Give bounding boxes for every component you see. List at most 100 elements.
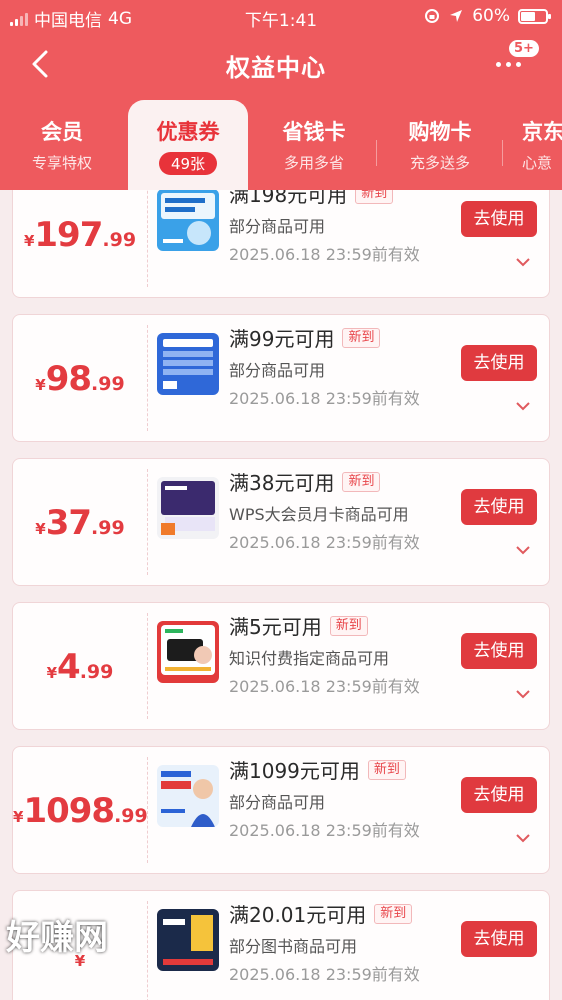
tab-label: 优惠券: [156, 120, 220, 144]
currency-symbol: ¥: [23, 232, 35, 250]
coupon-divider: [147, 190, 148, 287]
coupon-card[interactable]: ¥37.99 满38元可用 新到 WPS大会员月卡商品可用 2025.06.18 …: [12, 458, 550, 586]
coupon-threshold: 满1099元可用 新到: [229, 755, 406, 784]
battery-percent: 60%: [472, 6, 510, 26]
coupon-amount-area: ¥4.99: [13, 603, 147, 729]
coupon-expiry: 2025.06.18 23:59前有效: [229, 245, 420, 264]
product-thumbnail: [157, 190, 219, 251]
amount-decimal: .99: [79, 661, 114, 683]
use-coupon-button[interactable]: 去使用: [461, 777, 537, 813]
chevron-down-icon[interactable]: [515, 545, 531, 555]
product-thumbnail: [157, 477, 219, 539]
rotation-lock-icon: [425, 9, 440, 23]
tab-jd[interactable]: 京东 心意: [506, 100, 562, 190]
tab-count-badge: 49张: [158, 152, 218, 175]
chevron-down-icon[interactable]: [515, 689, 531, 699]
currency-symbol: ¥: [35, 520, 46, 538]
coupon-expiry: 2025.06.18 23:59前有效: [229, 821, 420, 840]
coupon-title: 满38元可用: [229, 471, 335, 495]
coupon-threshold: 满198元可用 新到: [229, 190, 394, 208]
coupon-divider: [147, 901, 148, 1000]
tab-sublabel: 充多送多: [409, 154, 470, 172]
coupon-scope: 部分商品可用: [229, 361, 326, 380]
use-coupon-button[interactable]: 去使用: [461, 921, 537, 957]
amount-decimal: .99: [91, 373, 125, 395]
coupon-amount-area: ¥197.99: [13, 190, 147, 297]
coupon-threshold: 满5元可用 新到: [229, 611, 368, 640]
amount-integer: 1098: [23, 791, 115, 831]
tab-sublabel: 多用多省: [283, 154, 344, 172]
coupon-card[interactable]: ¥4.99 满5元可用 新到 知识付费指定商品可用 2025.06.18 23:5…: [12, 602, 550, 730]
location-icon: [450, 10, 463, 22]
currency-symbol: ¥: [13, 808, 24, 826]
tab-coupons[interactable]: 优惠券 49张: [128, 100, 248, 190]
chevron-down-icon[interactable]: [515, 401, 531, 411]
tab-sublabel: 心意: [522, 154, 553, 172]
use-coupon-button[interactable]: 去使用: [461, 345, 537, 381]
coupon-title: 满1099元可用: [229, 759, 360, 783]
amount-integer: 197: [34, 215, 103, 255]
new-tag: 新到: [367, 759, 406, 780]
coupon-expiry: 2025.06.18 23:59前有效: [229, 677, 420, 696]
coupon-card[interactable]: ¥197.99 满198元可用 新到 部分商品可用 2025.06.18 23:5…: [12, 190, 550, 298]
coupon-threshold: 满20.01元可用 新到: [229, 899, 413, 928]
coupon-threshold: 满99元可用 新到: [229, 323, 381, 352]
amount-integer: 37: [45, 503, 92, 543]
coupon-amount: ¥37.99: [13, 503, 147, 543]
status-bar: 中国电信 4G 下午1:41 60%: [0, 0, 562, 32]
tab-saving-card[interactable]: 省钱卡 多用多省: [254, 100, 374, 190]
battery-fill: [521, 11, 536, 21]
tab-shopping-card[interactable]: 购物卡 充多送多: [380, 100, 500, 190]
tab-divider: [502, 140, 503, 166]
site-watermark: 好赚网: [6, 918, 108, 958]
use-coupon-button[interactable]: 去使用: [461, 489, 537, 525]
navbar: 权益中心 5+: [0, 36, 562, 92]
product-thumbnail: [157, 909, 219, 971]
coupon-scope: 部分商品可用: [229, 793, 326, 812]
use-coupon-button[interactable]: 去使用: [461, 633, 537, 669]
tab-bar: 会员 专享特权 优惠券 49张 省钱卡 多用多省 购物卡 充多送多 京东 心意: [0, 100, 562, 190]
product-thumbnail: [157, 765, 219, 827]
coupon-scope: 知识付费指定商品可用: [229, 649, 390, 668]
back-arrow-icon[interactable]: [22, 44, 62, 84]
page-title: 权益中心: [226, 54, 326, 82]
coupon-amount: ¥197.99: [13, 215, 147, 255]
coupon-amount-area: ¥1098.99: [13, 747, 148, 873]
coupon-title: 满20.01元可用: [229, 903, 367, 927]
chevron-down-icon[interactable]: [515, 833, 531, 843]
coupon-divider: [147, 325, 148, 431]
currency-symbol: ¥: [35, 376, 46, 394]
coupon-amount: ¥1098.99: [13, 791, 148, 831]
coupon-divider: [147, 613, 148, 719]
coupon-expiry: 2025.06.18 23:59前有效: [229, 533, 420, 552]
coupon-amount-area: ¥37.99: [13, 459, 147, 585]
tab-membership[interactable]: 会员 专享特权: [2, 100, 122, 190]
coupon-amount-area: ¥98.99: [13, 315, 147, 441]
coupon-card[interactable]: ¥98.99 满99元可用 新到 部分商品可用 2025.06.18 23:59前…: [12, 314, 550, 442]
amount-integer: 98: [45, 359, 92, 399]
new-tag: 新到: [355, 190, 394, 204]
coupon-threshold: 满38元可用 新到: [229, 467, 381, 496]
coupon-title: 满198元可用: [229, 190, 348, 207]
coupon-card[interactable]: ¥1098.99 满1099元可用 新到 部分商品可用 2025.06.18 23…: [12, 746, 550, 874]
use-coupon-button[interactable]: 去使用: [461, 201, 537, 237]
tab-label: 会员: [41, 120, 83, 144]
tab-label: 京东: [522, 120, 562, 144]
coupon-list: ¥197.99 满198元可用 新到 部分商品可用 2025.06.18 23:5…: [0, 190, 562, 1000]
coupon-title: 满5元可用: [229, 615, 322, 639]
new-tag: 新到: [342, 327, 381, 348]
currency-symbol: ¥: [46, 664, 58, 682]
product-thumbnail: [157, 621, 219, 683]
amount-decimal: .99: [114, 805, 148, 827]
coupon-divider: [147, 469, 148, 575]
coupon-divider: [147, 757, 148, 863]
coupon-amount: ¥98.99: [13, 359, 147, 399]
coupon-scope: 部分商品可用: [229, 217, 326, 236]
product-thumbnail: [157, 333, 219, 395]
coupon-expiry: 2025.06.18 23:59前有效: [229, 965, 420, 984]
chevron-down-icon[interactable]: [515, 257, 531, 267]
notification-badge: 5+: [509, 40, 539, 57]
coupon-expiry: 2025.06.18 23:59前有效: [229, 389, 420, 408]
new-tag: 新到: [329, 615, 368, 636]
new-tag: 新到: [374, 903, 413, 924]
